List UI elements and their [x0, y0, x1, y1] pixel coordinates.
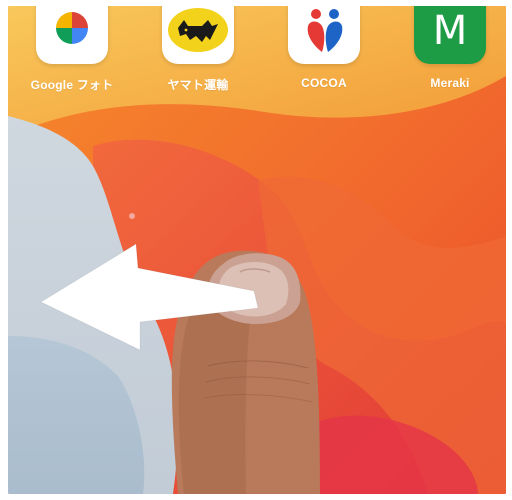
phone-screen-photo: Google フォト ヤマト運輸 COCOA M Meraki: [8, 6, 506, 494]
swipe-gesture-overlay: [39, 243, 320, 494]
screenshot-frame: Google フォト ヤマト運輸 COCOA M Meraki: [0, 0, 512, 500]
